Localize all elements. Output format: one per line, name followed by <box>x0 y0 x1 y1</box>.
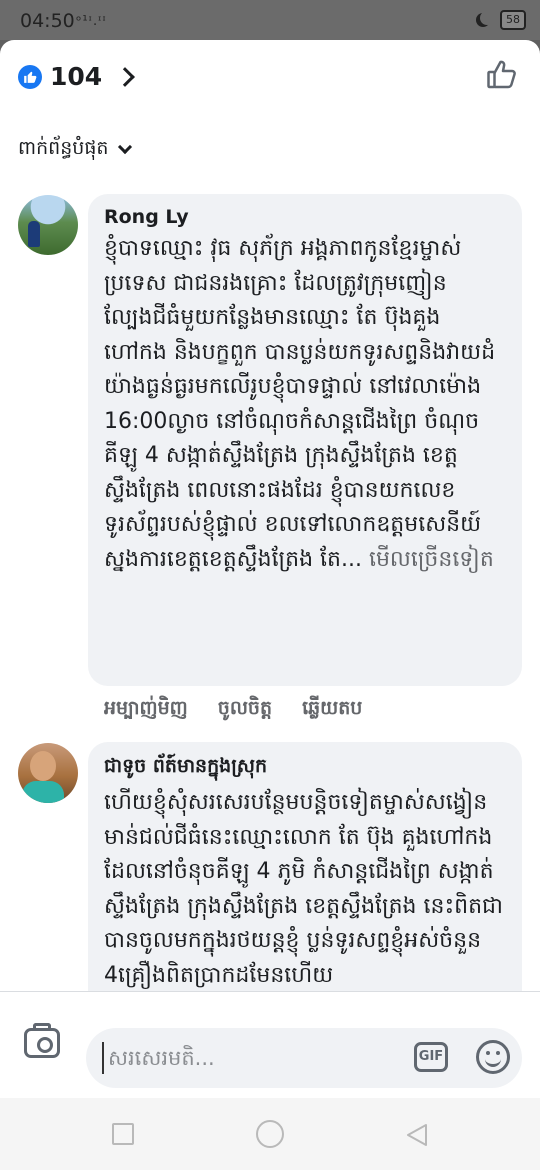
chevron-down-icon <box>118 139 133 155</box>
reaction-count: 104 <box>50 62 103 91</box>
comment-bubble: Rong Ly ខ្ញុំបាទឈ្មោះ វុធ សុភ័ក្រ អង្គភា… <box>88 194 522 686</box>
comments-sheet: 104 ពាក់ព័ន្ធបំផុត Rong Ly ខ្ញុំបាទឈ្មោះ… <box>0 40 540 1170</box>
comment-input[interactable] <box>102 1042 402 1074</box>
like-comment-button[interactable]: ចូលចិត្ត <box>218 696 272 724</box>
comment-composer: GIF <box>0 991 540 1088</box>
gif-icon[interactable]: GIF <box>414 1042 448 1072</box>
comment-body: ខ្ញុំបាទឈ្មោះ វុធ សុភ័ក្រ អង្គភាពកូនខ្មែ… <box>104 236 496 572</box>
avatar[interactable] <box>18 195 78 255</box>
back-icon[interactable] <box>404 1122 430 1152</box>
status-bar: 04:50 ᵒ¹ᶦ.ᶦᶦ 58 <box>0 0 540 40</box>
thumbs-up-icon[interactable] <box>486 58 518 94</box>
sort-label: ពាក់ព័ន្ធបំផុត <box>18 137 109 159</box>
camera-icon[interactable] <box>24 1023 60 1058</box>
sort-selector[interactable]: ពាក់ព័ន្ធបំផុត <box>18 136 133 164</box>
system-nav-bar <box>0 1098 540 1170</box>
reactions-summary[interactable]: 104 <box>18 62 136 91</box>
comment-author[interactable]: Rong Ly <box>104 206 506 228</box>
see-more-link[interactable]: មើលច្រើនទៀត <box>369 547 494 572</box>
battery-icon: 58 <box>500 10 526 30</box>
do-not-disturb-icon <box>480 11 494 25</box>
reply-button[interactable]: ឆ្លើយតប <box>302 696 362 724</box>
signal-icon: ᵒ¹ᶦ.ᶦᶦ <box>76 14 107 29</box>
emoji-icon[interactable] <box>476 1040 510 1074</box>
comment-text: ខ្ញុំបាទឈ្មោះ វុធ សុភ័ក្រ អង្គភាពកូនខ្មែ… <box>104 232 506 577</box>
chevron-right-icon <box>115 66 136 87</box>
comment-text: ហើយខ្ញុំសុំសរសេរបន្ថែមបន្តិចទៀតម្ចាស់សង្… <box>104 790 503 988</box>
status-right: 58 <box>476 10 526 30</box>
like-icon <box>18 64 42 89</box>
status-time: 04:50 <box>20 10 75 32</box>
home-icon[interactable] <box>256 1120 284 1148</box>
comment-timestamp: អម្បាញ់មិញ <box>104 697 188 719</box>
avatar[interactable] <box>18 743 78 803</box>
comment-input-box: GIF <box>86 1028 522 1088</box>
recent-apps-icon[interactable] <box>112 1123 134 1145</box>
comment-actions: អម្បាញ់មិញ ចូលចិត្ត ឆ្លើយតប <box>104 696 362 724</box>
comment-author[interactable]: ជាទូច ព័ត៍មានក្នុងស្រុក <box>104 754 506 782</box>
